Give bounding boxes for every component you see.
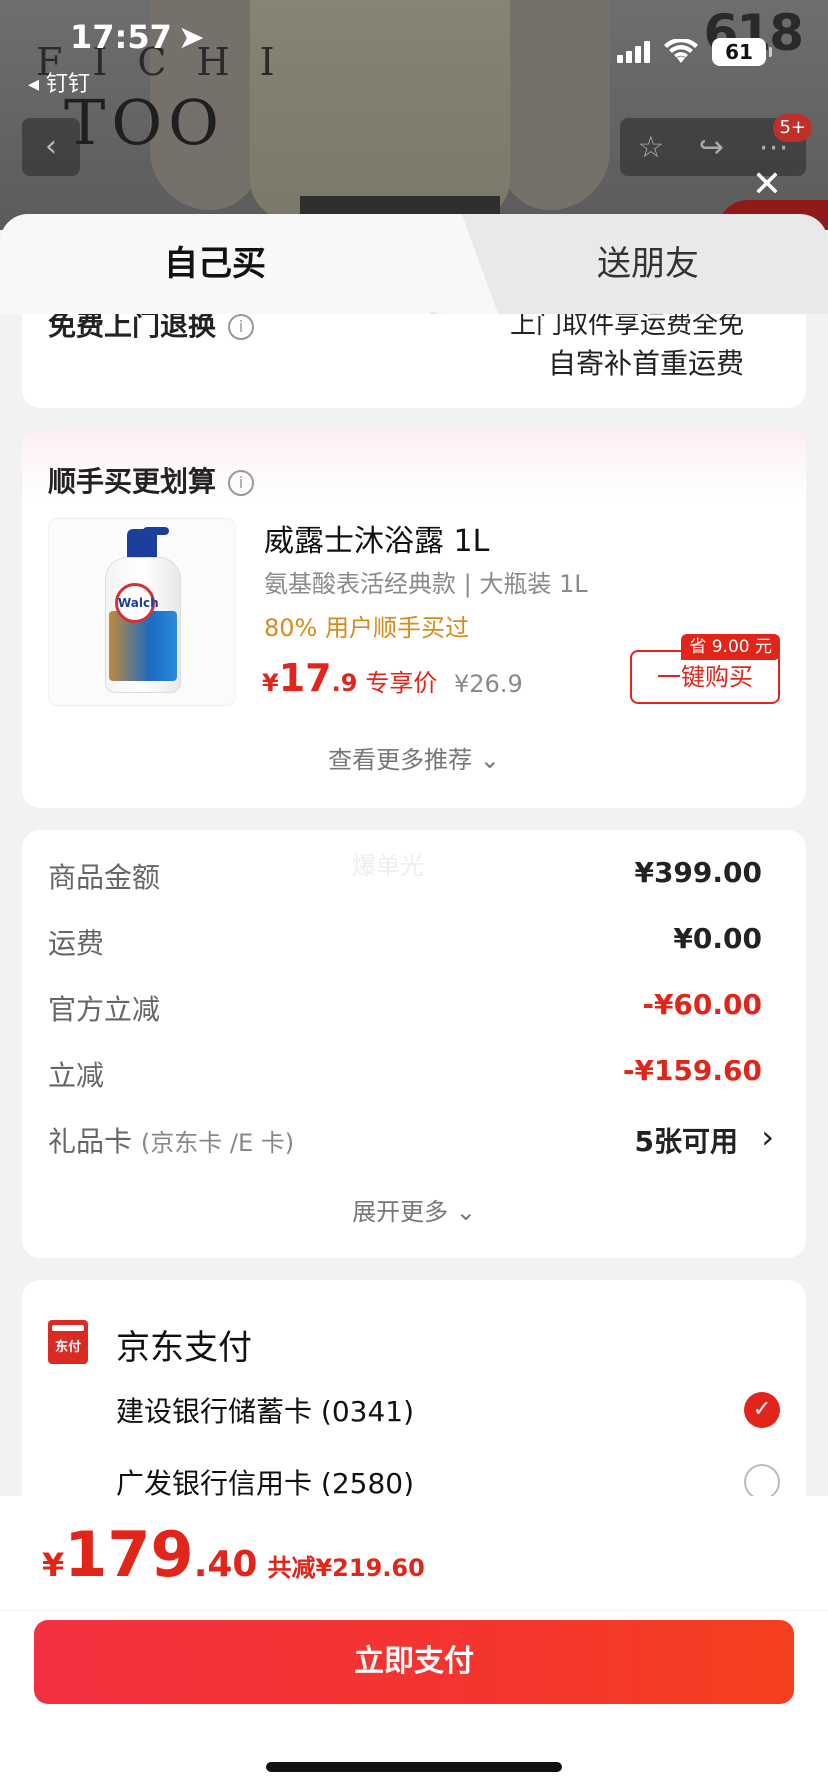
- info-icon[interactable]: i: [228, 314, 255, 340]
- message-count-badge: 5+: [773, 114, 812, 142]
- total-reduction: 共减¥219.60: [267, 1554, 425, 1582]
- return-service-line2: 自寄补首重运费: [547, 347, 744, 380]
- product-name[interactable]: 威露士沐浴露 1L: [264, 516, 489, 560]
- order-amount-card: 爆单光 商品金额 ¥399.00 运费 ¥0.00 官方立减 -¥60.00 立减 -¥…: [22, 830, 806, 1258]
- payment-option-cgb[interactable]: 广发银行信用卡 (2580): [116, 1462, 414, 1500]
- location-arrow-icon: ➤: [177, 18, 205, 56]
- cellular-signal-icon: [617, 41, 650, 63]
- info-icon[interactable]: i: [228, 470, 255, 496]
- wifi-icon: [664, 39, 698, 63]
- back-to-app-link[interactable]: ◂ 钉钉: [28, 66, 90, 98]
- model-arm-right: [500, 0, 610, 210]
- close-icon[interactable]: ✕: [752, 164, 782, 205]
- product-image[interactable]: Walch: [48, 518, 236, 706]
- radio-unselected-icon[interactable]: [744, 1464, 780, 1500]
- battery-indicator: 61: [712, 38, 772, 66]
- jd-pay-logo-icon: 东付: [48, 1320, 88, 1364]
- home-indicator[interactable]: [266, 1762, 562, 1772]
- divider: [0, 1610, 828, 1611]
- save-amount-badge: 省 9.00 元: [681, 634, 780, 660]
- star-favorite-icon[interactable]: ☆: [637, 130, 664, 165]
- status-indicators: 61: [617, 38, 772, 66]
- purchase-tabs: 送朋友 自己买: [0, 214, 828, 314]
- more-recommendations-link[interactable]: 查看更多推荐 ⌄: [22, 740, 806, 775]
- radio-selected-icon[interactable]: ✓: [744, 1392, 780, 1428]
- payment-title: 京东支付: [116, 1328, 252, 1368]
- chevron-left-icon: ‹: [45, 129, 57, 164]
- payment-option-ccb[interactable]: 建设银行储蓄卡 (0341): [116, 1390, 414, 1430]
- share-icon[interactable]: ↪: [699, 130, 724, 165]
- total-price: ¥179.40 共减¥219.60: [42, 1518, 425, 1591]
- walch-logo: Walch: [115, 583, 159, 623]
- bundle-recommendation-card: 顺手买更划算 i Walch 威露士沐浴露 1L 氨基酸表活经典款 | 大瓶装 1…: [22, 430, 806, 808]
- status-time: 17:57 ➤: [70, 18, 205, 56]
- product-original-price: ¥26.9: [454, 670, 523, 698]
- tab-buy-self[interactable]: 自己买: [0, 214, 430, 314]
- amount-row-goods: 商品金额 ¥399.00: [48, 856, 762, 894]
- product-spec: 氨基酸表活经典款 | 大瓶装 1L: [264, 570, 588, 598]
- amount-row-gift-card[interactable]: 礼品卡 (京东卡 /E 卡) 5张可用 ›: [48, 1118, 774, 1160]
- product-price: ¥17.9 专享价: [262, 656, 438, 700]
- checkout-bottom-bar: ¥179.40 共减¥219.60 立即支付: [0, 1496, 828, 1792]
- recommendation-title: 顺手买更划算 i: [48, 460, 255, 500]
- amount-row-shipping: 运费 ¥0.00: [48, 922, 762, 960]
- amount-row-official-discount: 官方立减 -¥60.00: [48, 988, 762, 1026]
- bottle-label: [109, 611, 177, 681]
- chevron-right-icon: ›: [761, 1118, 774, 1156]
- amount-row-instant-discount: 立减 -¥159.60: [48, 1054, 762, 1092]
- expand-more-link[interactable]: 展开更多 ⌄: [22, 1192, 806, 1227]
- product-purchase-stat: 80% 用户顺手买过: [264, 614, 469, 642]
- pay-now-button[interactable]: 立即支付: [34, 1620, 794, 1704]
- bottle-cap: [127, 529, 157, 559]
- payment-method-card: 东付 京东支付 建设银行储蓄卡 (0341) ✓ 广发银行信用卡 (2580): [22, 1280, 806, 1500]
- back-button[interactable]: ‹: [22, 118, 80, 176]
- model-shirt: [250, 0, 510, 220]
